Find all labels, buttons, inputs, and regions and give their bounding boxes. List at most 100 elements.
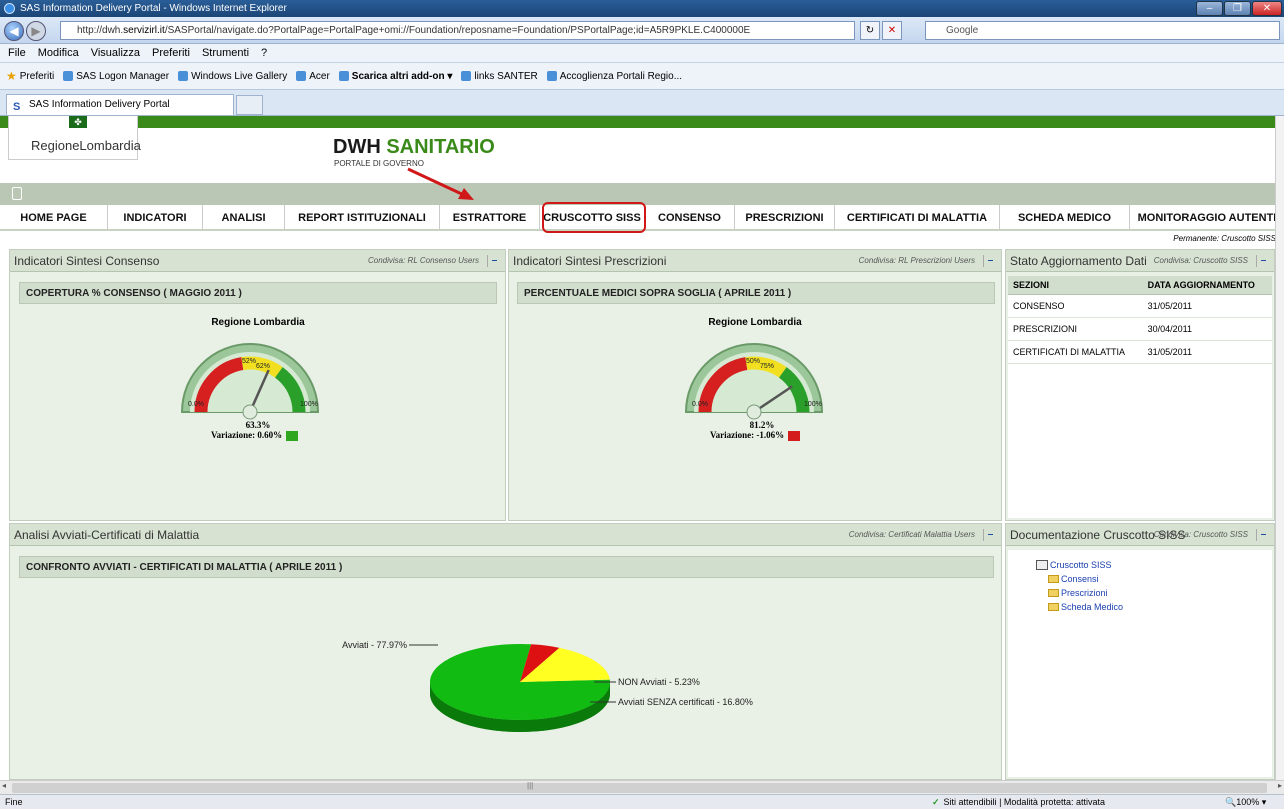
nav-consenso[interactable]: CONSENSO [645,205,735,231]
panel-share-label: Condivisa: RL Prescrizioni Users [858,256,975,265]
address-path: /SASPortal/navigate.do?PortalPage=Portal… [164,25,751,36]
minimize-button[interactable]: – [1196,1,1223,16]
nav-estrattore[interactable]: ESTRATTORE [440,205,540,231]
scroll-thumb[interactable] [12,783,1267,793]
minimize-panel-button[interactable]: – [983,529,997,541]
panel-title: Indicatori Sintesi Consenso [14,254,160,268]
panel-header: Indicatori Sintesi Consenso Condivisa: RL… [10,250,505,272]
horizontal-scrollbar[interactable]: ◂ ||| ▸ [0,780,1284,794]
menu-help[interactable]: ? [261,47,267,59]
fav-live-gallery[interactable]: Windows Live Gallery [178,71,287,82]
green-top-bar [0,116,1284,128]
panel-share-label: Condivisa: Cruscotto SISS [1153,530,1248,539]
minimize-panel-button[interactable]: – [1256,255,1270,267]
search-placeholder: Google [946,25,979,36]
search-input[interactable]: Google [925,21,1280,40]
vertical-scrollbar[interactable] [1275,116,1284,780]
sas-icon: S [13,101,21,113]
address-prefix: http://dwh. [77,25,124,36]
fav-acer[interactable]: Acer [296,71,330,82]
fav-sas-logon[interactable]: SAS Logon Manager [63,71,169,82]
fav-santer[interactable]: links SANTER [461,71,538,82]
tree-item-label: Scheda Medico [1061,602,1124,612]
page-icon[interactable] [12,187,22,200]
portal-doc-icon [1036,560,1048,570]
star-icon: ★ [6,69,17,83]
sas-icon [63,71,74,81]
panel-title: Indicatori Sintesi Prescrizioni [513,254,667,268]
address-input[interactable]: http://dwh.servizirl.it/SASPortal/naviga… [60,21,855,40]
tab-label: SAS Information Delivery Portal [29,99,170,110]
panel-share-label: Condivisa: Certificati Malattia Users [848,530,975,539]
minimize-panel-button[interactable]: – [487,255,501,267]
new-tab-button[interactable] [236,95,263,115]
tab-sas-portal[interactable]: S SAS Information Delivery Portal [6,94,234,115]
close-window-button[interactable]: ✕ [1252,1,1282,16]
zoom-control[interactable]: 🔍100% ▾ [1225,795,1266,809]
scroll-left-icon[interactable]: ◂ [2,781,6,790]
nav-analisi[interactable]: ANALISI [203,205,285,231]
title-dwh: DWH [333,136,381,158]
nav-scheda-medico[interactable]: SCHEDA MEDICO [1000,205,1130,231]
menu-visualizza[interactable]: Visualizza [91,47,140,59]
nav-monitoraggio[interactable]: MONITORAGGIO AUTENTI [1130,205,1284,231]
menu-preferiti[interactable]: Preferiti [152,47,190,59]
nav-indicatori[interactable]: INDICATORI [108,205,203,231]
panel-stato: Stato Aggiornamento Dati Condivisa: Crusc… [1005,249,1275,521]
col-data: DATA AGGIORNAMENTO [1142,276,1272,295]
highlight-box [542,202,646,233]
maximize-button[interactable]: ❐ [1224,1,1251,16]
check-icon: ✓ [932,797,940,807]
minimize-panel-button[interactable]: – [983,255,997,267]
gauge-consenso: 0.0% 100% 52%62% [180,343,320,420]
favorites-bar: ★ Preferiti SAS Logon Manager Windows Liv… [0,63,1284,90]
scroll-right-icon[interactable]: ▸ [1278,781,1282,790]
table-header-row: SEZIONI DATA AGGIORNAMENTO [1008,276,1272,295]
folder-icon [1048,589,1059,597]
favorites-button[interactable]: ★ Preferiti [6,69,54,83]
fav-addons[interactable]: Scarica altri add-on ▾ [338,71,452,82]
down-arrow-icon [788,430,801,441]
security-zone[interactable]: ✓ Siti attendibili | Modalità protetta: a… [932,795,1105,809]
minimize-panel-button[interactable]: – [1256,529,1270,541]
pie-chart: Avviati - 77.97% NON Avviati - 5.23% Avvia… [342,640,753,732]
folder-icon [1048,575,1059,583]
stato-body: SEZIONI DATA AGGIORNAMENTO CONSENSO 31/05/… [1008,276,1272,518]
menu-modifica[interactable]: Modifica [38,47,79,59]
tree-root[interactable]: Cruscotto SISS [1036,558,1123,572]
tree-item-prescrizioni[interactable]: Prescrizioni [1048,586,1123,600]
lombardia-mark-icon: ✤ [69,116,87,128]
gauge-label-t1: 52% [242,358,256,365]
gauge-title: Regione Lombardia [708,317,802,328]
section-title: PERCENTUALE MEDICI SOPRA SOGLIA ( APRILE… [517,282,995,304]
back-button[interactable]: ◀ [4,21,24,41]
scroll-grip-icon: ||| [527,781,534,790]
cell-sezione: CONSENSO [1008,294,1143,318]
panel-analisi: Analisi Avviati-Certificati di Malattia C… [9,523,1002,780]
stop-button[interactable]: ✕ [882,21,902,40]
nav-certificati-malattia[interactable]: CERTIFICATI DI MALATTIA [835,205,1000,231]
gauge-hub [746,404,762,420]
panel-header: Stato Aggiornamento Dati Condivisa: Crusc… [1006,250,1274,272]
tree-item-scheda-medico[interactable]: Scheda Medico [1048,600,1123,614]
nav-home-page[interactable]: HOME PAGE [0,205,108,231]
panel-prescrizioni: Indicatori Sintesi Prescrizioni Condivisa… [508,249,1002,521]
forward-button[interactable]: ▶ [26,21,46,41]
gauge-title: Regione Lombardia [211,317,305,328]
menu-strumenti[interactable]: Strumenti [202,47,249,59]
fav-accoglienza[interactable]: Accoglienza Portali Regio... [546,71,682,82]
panel-consenso: Indicatori Sintesi Consenso Condivisa: RL… [9,249,506,521]
tree-item-consensi[interactable]: Consensi [1048,572,1123,586]
variation-text: Variazione: 0.60% [211,430,283,440]
regione-logo: ✤ RegioneLombardia [8,116,141,160]
nav-prescrizioni[interactable]: PRESCRIZIONI [735,205,835,231]
fav-label: Windows Live Gallery [191,70,288,82]
cell-data: 31/05/2011 [1142,294,1272,318]
panel-title: Stato Aggiornamento Dati [1010,254,1147,268]
address-bar-row: ◀ ▶ http://dwh.servizirl.it/SASPortal/na… [0,17,1284,44]
nav-report-istituzionali[interactable]: REPORT ISTITUZIONALI [285,205,440,231]
menu-file[interactable]: File [8,47,26,59]
panel-title: Analisi Avviati-Certificati di Malattia [14,528,200,542]
stato-table: SEZIONI DATA AGGIORNAMENTO CONSENSO 31/05/… [1008,276,1272,364]
refresh-button[interactable]: ↻ [860,21,880,40]
